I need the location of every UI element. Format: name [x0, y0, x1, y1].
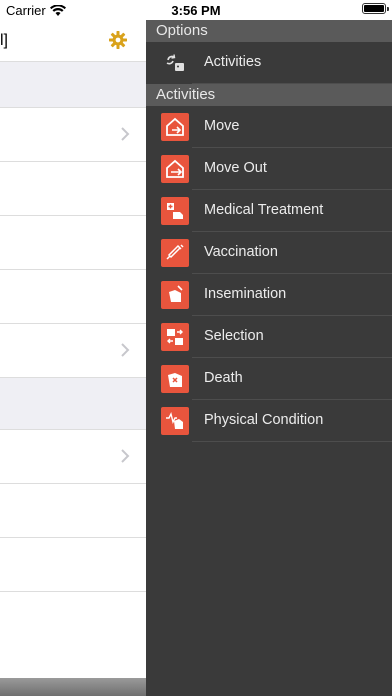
section-header: [0, 62, 146, 108]
drawer-item-activities[interactable]: Activities: [146, 42, 392, 84]
list-item[interactable]: [0, 538, 146, 592]
drawer-item-move[interactable]: Move: [146, 106, 392, 148]
drawer-item-label: Insemination: [204, 286, 287, 302]
drawer-item-insemination[interactable]: Insemination: [146, 274, 392, 316]
move-out-icon: [161, 155, 189, 183]
list-item[interactable]: [0, 216, 146, 270]
options-header: Options: [146, 20, 392, 42]
main-header: l]: [0, 20, 146, 62]
list-item[interactable]: [0, 430, 146, 484]
chevron-right-icon: [121, 343, 130, 357]
drawer-item-move-out[interactable]: Move Out: [146, 148, 392, 190]
activities-header: Activities: [146, 84, 392, 106]
selection-icon: [161, 323, 189, 351]
drawer-item-label: Vaccination: [204, 244, 278, 260]
drawer-item-label: Death: [204, 370, 243, 386]
chevron-right-icon: [121, 127, 130, 141]
physical-condition-icon: [161, 407, 189, 435]
battery-icon: [362, 3, 389, 14]
gear-icon[interactable]: [108, 30, 128, 50]
list-item[interactable]: [0, 484, 146, 538]
drawer-item-death[interactable]: Death: [146, 358, 392, 400]
drawer-item-selection[interactable]: Selection: [146, 316, 392, 358]
drawer-item-physical-condition[interactable]: Physical Condition: [146, 400, 392, 442]
main-footer: [0, 678, 146, 696]
main-header-title: l]: [0, 32, 8, 49]
chevron-right-icon: [121, 449, 130, 463]
list-item[interactable]: [0, 108, 146, 162]
main-panel: l]: [0, 20, 146, 696]
section-header: [0, 378, 146, 430]
move-icon: [161, 113, 189, 141]
death-icon: [161, 365, 189, 393]
insemination-icon: [161, 281, 189, 309]
status-right: [362, 3, 389, 14]
drawer-item-label: Move: [204, 118, 240, 134]
status-time: 3:56 PM: [171, 3, 221, 18]
medical-treatment-icon: [161, 197, 189, 225]
drawer-item-medical-treatment[interactable]: Medical Treatment: [146, 190, 392, 232]
drawer-item-label: Selection: [204, 328, 264, 344]
list-item[interactable]: [0, 324, 146, 378]
list-item[interactable]: [0, 270, 146, 324]
side-drawer: Options Activities Activities Move Move …: [146, 20, 392, 696]
drawer-item-label: Medical Treatment: [204, 202, 324, 218]
drawer-item-label: Move Out: [204, 160, 267, 176]
list-item[interactable]: [0, 162, 146, 216]
drawer-item-label: Physical Condition: [204, 412, 324, 428]
drawer-item-label: Activities: [204, 54, 262, 70]
activities-icon: [161, 49, 189, 77]
vaccination-icon: [161, 239, 189, 267]
drawer-item-vaccination[interactable]: Vaccination: [146, 232, 392, 274]
status-bar: Carrier 3:56 PM: [0, 0, 392, 20]
